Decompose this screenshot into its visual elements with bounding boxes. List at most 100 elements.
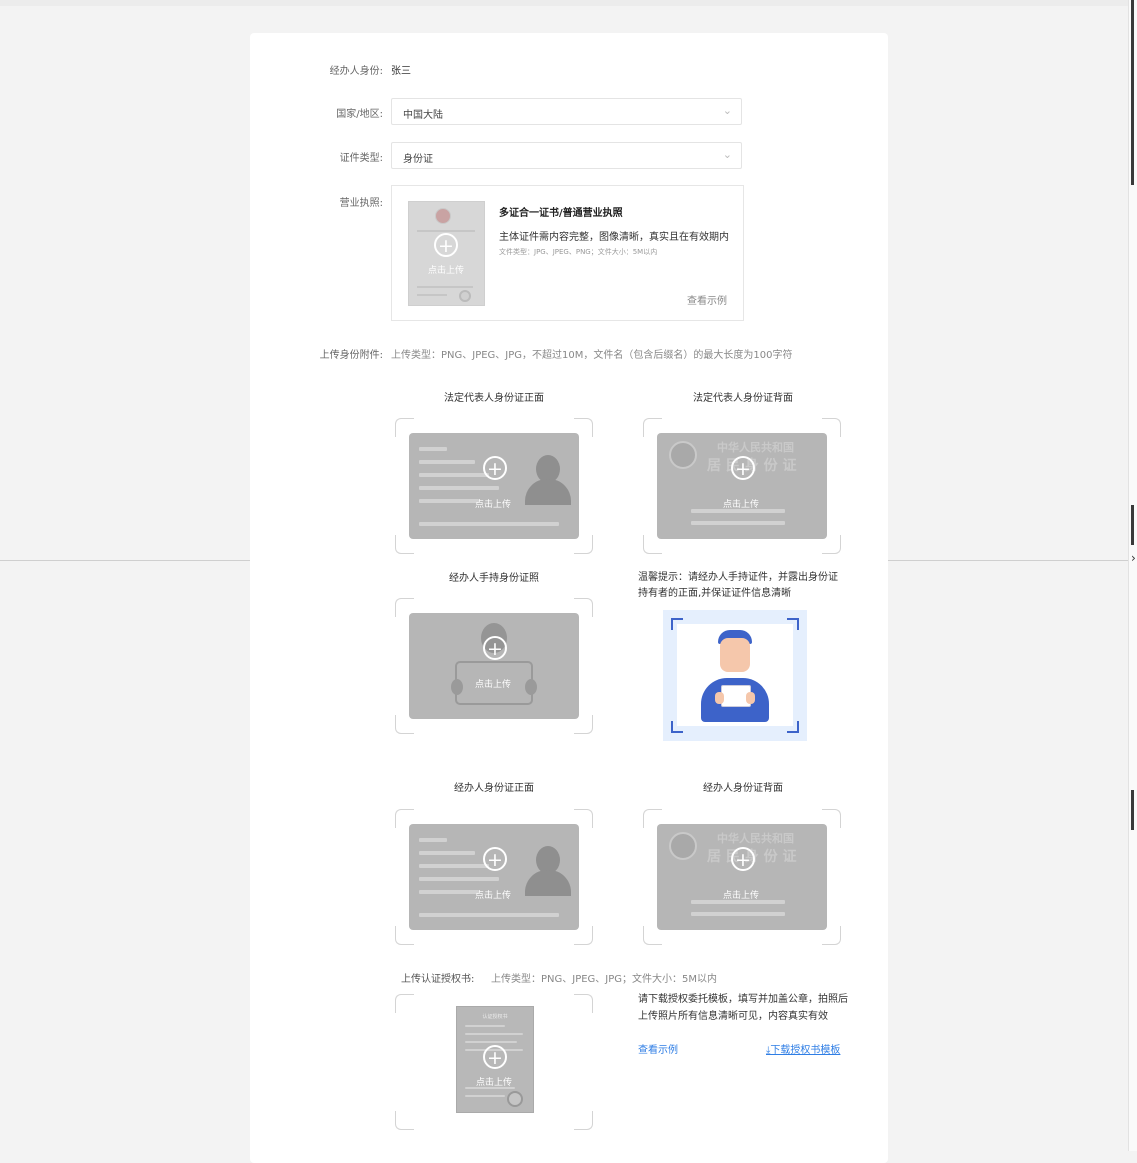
card-bar — [419, 486, 499, 490]
operator-front-uploader[interactable]: + 点击上传 — [395, 809, 593, 945]
frame-corner — [671, 618, 683, 630]
card-bar — [419, 877, 499, 881]
card-bar — [419, 447, 447, 451]
country-region-value: 中国大陆 — [403, 110, 443, 121]
id-card-front-placeholder: + 点击上传 — [409, 433, 579, 539]
back-text-line1: 中华人民共和国 — [717, 441, 794, 454]
authorization-example-link[interactable]: 查看示例 — [638, 1041, 678, 1056]
operator-back-uploader[interactable]: 中华人民共和国 居 民 身 份 证 + 点击上传 — [643, 809, 841, 945]
country-region-label: 国家/地区: — [336, 109, 383, 120]
download-template-link[interactable]: ⤓下载授权书模板 — [766, 1041, 840, 1056]
certificate-type-value: 身份证 — [403, 154, 433, 165]
chevron-down-icon: ⌄ — [722, 104, 732, 117]
authorization-tip-line2: 上传照片所有信息清晰可见，内容真实有效 — [638, 1011, 828, 1022]
frame-corner — [671, 721, 683, 733]
license-file-note: 文件类型：JPG、JPEG、PNG；文件大小：5M以内 — [499, 248, 658, 256]
license-upload[interactable]: + 点击上传 — [408, 201, 485, 306]
plus-circle-icon: + — [434, 233, 458, 257]
business-license-box: + 点击上传 多证合一证书/普通营业执照 主体证件需内容完整，图像清晰，真实且在… — [391, 185, 744, 321]
hand-icon — [451, 679, 463, 695]
frame-corner — [395, 1111, 414, 1130]
handheld-title: 经办人手持身份证照 — [449, 573, 539, 584]
card-bar — [419, 913, 559, 917]
card-bar — [419, 838, 447, 842]
hand-icon — [746, 692, 755, 704]
handheld-example-illustration — [663, 610, 807, 741]
plus-circle-icon: + — [483, 456, 507, 480]
frame-corner — [787, 721, 799, 733]
country-region-select[interactable]: 中国大陆 ⌄ — [391, 98, 742, 125]
scrollbar-thumb[interactable] — [1131, 0, 1134, 185]
certificate-type-select[interactable]: 身份证 ⌄ — [391, 142, 742, 169]
operator-front-title: 经办人身份证正面 — [454, 783, 534, 794]
top-bar — [0, 0, 1128, 6]
card-bar — [691, 912, 785, 916]
seal-icon — [435, 208, 451, 224]
id-card-front-placeholder: + 点击上传 — [409, 824, 579, 930]
handheld-tip-line1: 温馨提示：请经办人手持证件，并露出身份证 — [638, 572, 838, 583]
authorization-uploader[interactable]: 认证授权书 + 点击上传 — [395, 994, 593, 1130]
scrollbar-thumb[interactable] — [1131, 505, 1134, 545]
doc-line — [465, 1041, 517, 1043]
handheld-uploader[interactable]: + 点击上传 — [395, 598, 593, 734]
upload-label: 点击上传 — [475, 680, 512, 690]
frame-corner — [574, 1111, 593, 1130]
hand-icon — [525, 679, 537, 695]
card-bar — [419, 864, 489, 868]
person-body-icon — [525, 479, 571, 505]
upload-label: 点击上传 — [476, 1078, 513, 1088]
legal-back-uploader[interactable]: 中华人民共和国 居 民 身 份 证 + 点击上传 — [643, 418, 841, 554]
legal-front-title: 法定代表人身份证正面 — [444, 393, 544, 404]
frame-corner — [787, 618, 799, 630]
legal-front-uploader[interactable]: + 点击上传 — [395, 418, 593, 554]
person-body-icon — [525, 870, 571, 896]
operator-identity-label: 经办人身份: — [329, 66, 383, 77]
upload-label: 点击上传 — [475, 500, 512, 510]
business-license-label: 营业执照: — [339, 198, 383, 209]
id-card-back-placeholder: 中华人民共和国 居 民 身 份 证 + 点击上传 — [657, 433, 827, 539]
card-bar — [691, 521, 785, 525]
edge-close-icon[interactable]: › — [1131, 551, 1136, 565]
frame-corner — [574, 994, 593, 1013]
plus-circle-icon: + — [483, 636, 507, 660]
stamp-icon — [459, 290, 471, 302]
card-bar — [419, 851, 475, 855]
doc-line — [465, 1033, 523, 1035]
stamp-icon — [507, 1091, 523, 1107]
frame-corner — [395, 994, 414, 1013]
scrollbar-thumb[interactable] — [1131, 790, 1134, 830]
license-example-link[interactable]: 查看示例 — [687, 292, 727, 307]
license-line — [417, 286, 473, 288]
hand-icon — [715, 692, 724, 704]
license-desc: 主体证件需内容完整，图像清晰，真实且在有效期内 — [499, 232, 729, 243]
upload-label: 点击上传 — [723, 500, 760, 510]
id-attachment-note: 上传类型：PNG、JPEG、JPG，不超过10M，文件名（包含后缀名）的最大长度… — [391, 350, 793, 361]
operator-identity-value: 张三 — [391, 66, 411, 77]
license-title: 多证合一证书/普通营业执照 — [499, 208, 623, 219]
upload-label: 点击上传 — [428, 266, 465, 276]
doc-line — [465, 1025, 505, 1027]
card-bar — [419, 499, 479, 503]
upload-label: 点击上传 — [723, 891, 760, 901]
upload-label: 点击上传 — [475, 891, 512, 901]
national-emblem-icon — [669, 832, 697, 860]
license-line — [417, 230, 475, 232]
id-attachment-label: 上传身份附件: — [319, 350, 383, 361]
operator-back-title: 经办人身份证背面 — [703, 783, 783, 794]
authorization-tip-line1: 请下载授权委托模板，填写并加盖公章，拍照后 — [638, 994, 848, 1005]
card-bar — [419, 890, 479, 894]
authorization-doc-placeholder: 认证授权书 + 点击上传 — [456, 1006, 534, 1113]
doc-title: 认证授权书 — [482, 1014, 508, 1020]
national-emblem-icon — [669, 441, 697, 469]
chevron-down-icon: ⌄ — [722, 148, 732, 161]
face-icon — [720, 638, 750, 672]
card-bar — [419, 522, 559, 526]
card-bar — [419, 460, 475, 464]
card-bar — [419, 473, 489, 477]
plus-circle-icon: + — [483, 847, 507, 871]
license-line — [417, 294, 447, 296]
legal-back-title: 法定代表人身份证背面 — [693, 393, 793, 404]
handheld-placeholder: + 点击上传 — [409, 613, 579, 719]
authorization-note: 上传类型：PNG、JPEG、JPG；文件大小：5M以内 — [491, 974, 718, 985]
authorization-label: 上传认证授权书: — [401, 974, 475, 985]
